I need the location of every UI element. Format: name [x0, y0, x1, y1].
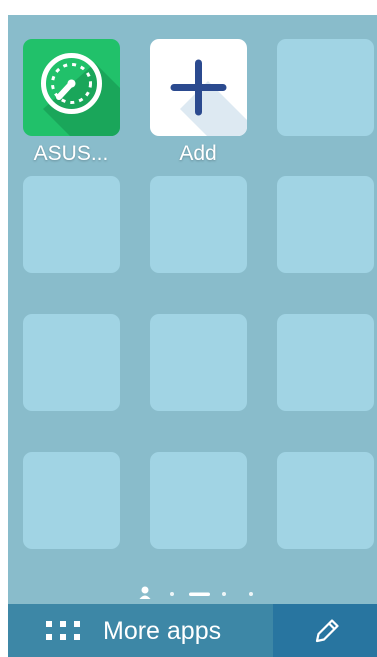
edit-button[interactable]: [273, 604, 377, 657]
asus-app-label: ASUS...: [33, 142, 109, 165]
asus-app-icon[interactable]: [23, 39, 120, 136]
person-icon: [139, 586, 151, 599]
empty-slot[interactable]: [150, 314, 247, 411]
page-dot[interactable]: [249, 592, 253, 596]
empty-slot[interactable]: [277, 39, 374, 136]
home-screen: ASUS... Add More apps: [8, 15, 377, 657]
add-app-icon[interactable]: [150, 39, 247, 136]
bottom-bar: More apps: [8, 604, 377, 657]
page-dot[interactable]: [170, 592, 174, 596]
grid-icon: [46, 621, 80, 640]
empty-slot[interactable]: [277, 176, 374, 273]
pencil-icon: [315, 619, 339, 643]
speedometer-icon: [41, 53, 120, 136]
page-indicator[interactable]: [8, 585, 377, 601]
empty-slot[interactable]: [277, 314, 374, 411]
add-app-label: Add: [179, 142, 217, 165]
empty-slot[interactable]: [277, 452, 374, 549]
more-apps-button[interactable]: More apps: [8, 604, 273, 657]
empty-slot[interactable]: [150, 452, 247, 549]
page-dot[interactable]: [222, 592, 226, 596]
more-apps-label: More apps: [103, 617, 222, 645]
page-dot-current[interactable]: [189, 592, 210, 597]
empty-slot[interactable]: [150, 176, 247, 273]
empty-slot[interactable]: [23, 314, 120, 411]
empty-slot[interactable]: [23, 452, 120, 549]
plus-icon: [170, 59, 247, 136]
empty-slot[interactable]: [23, 176, 120, 273]
